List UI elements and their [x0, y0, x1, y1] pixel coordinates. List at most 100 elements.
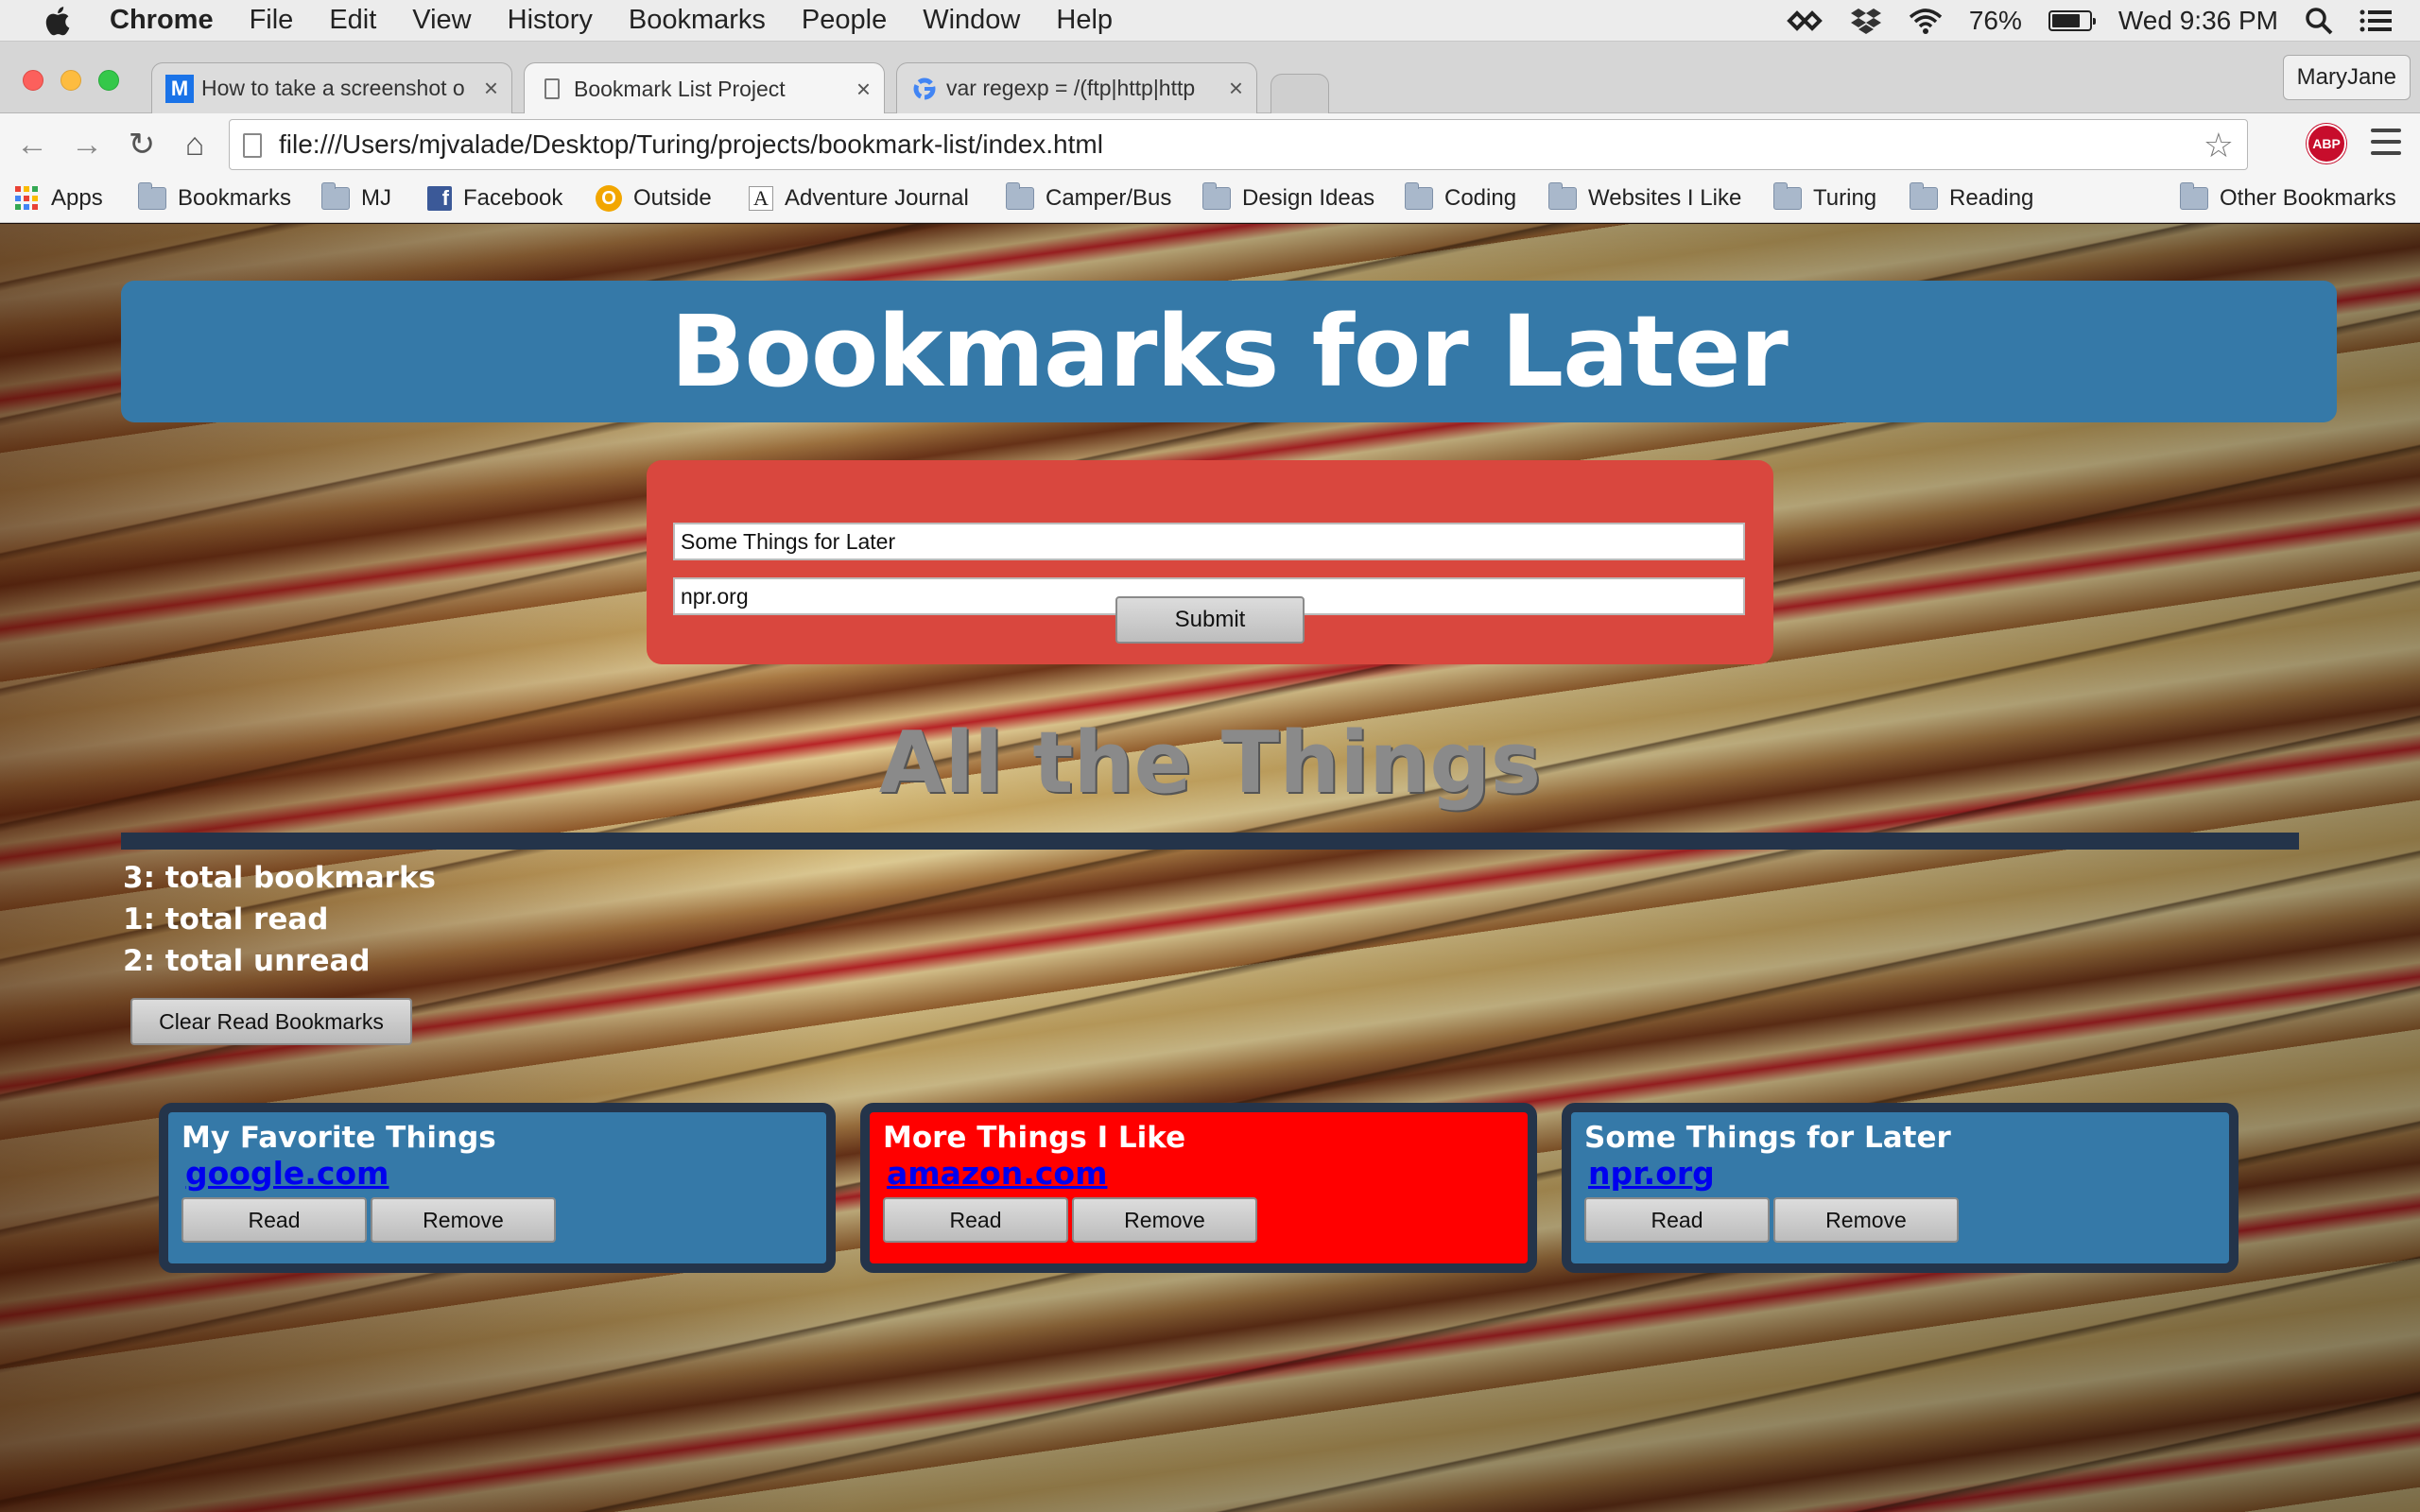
bookmark-label: Adventure Journal: [785, 185, 969, 211]
star-icon[interactable]: ☆: [2204, 126, 2234, 165]
page-header: Bookmarks for Later: [121, 281, 2337, 422]
link-chain-icon[interactable]: [1786, 9, 1824, 32]
folder-icon: [1405, 182, 1433, 210]
folder-icon: [1006, 182, 1034, 210]
read-button[interactable]: Read: [1584, 1197, 1770, 1243]
menu-app-chrome[interactable]: Chrome: [110, 5, 214, 36]
tab-title: Bookmark List Project: [574, 76, 786, 101]
wifi-icon[interactable]: [1909, 8, 1943, 34]
bookmark-link[interactable]: npr.org: [1588, 1156, 2229, 1192]
menu-people[interactable]: People: [802, 5, 887, 36]
forward-arrow-icon[interactable]: →: [66, 124, 108, 165]
menu-view[interactable]: View: [412, 5, 471, 36]
read-button[interactable]: Read: [883, 1197, 1068, 1243]
bookmark-label: Apps: [51, 185, 103, 211]
chrome-menu-icon[interactable]: [2371, 129, 2401, 155]
home-icon[interactable]: ⌂: [174, 124, 216, 165]
spotlight-search-icon[interactable]: [2305, 7, 2333, 35]
profile-button[interactable]: MaryJane: [2282, 55, 2411, 100]
total-read-count: 1: total read: [123, 902, 329, 936]
bookmark-apps[interactable]: Apps: [15, 185, 103, 212]
url-text[interactable]: file:///Users/mjvalade/Desktop/Turing/pr…: [279, 129, 1103, 160]
page-icon: [243, 133, 262, 158]
new-tab-button[interactable]: [1270, 74, 1329, 113]
bookmark-folder-turing[interactable]: Turing: [1773, 182, 1876, 212]
adventure-journal-icon: A: [749, 186, 773, 211]
bookmark-label: Other Bookmarks: [2220, 185, 2396, 211]
menu-edit[interactable]: Edit: [329, 5, 376, 36]
bookmark-card: My Favorite Things google.com Read Remov…: [159, 1103, 836, 1273]
submit-button[interactable]: Submit: [1115, 596, 1305, 644]
folder-icon: [1773, 182, 1802, 210]
bookmark-label: Outside: [633, 185, 712, 211]
bookmark-link[interactable]: amazon.com: [887, 1156, 1528, 1192]
tab-strip: M How to take a screenshot o × Bookmark …: [0, 42, 2420, 114]
folder-icon: [138, 182, 166, 210]
bookmark-folder-coding[interactable]: Coding: [1405, 182, 1517, 212]
bookmark-facebook[interactable]: f Facebook: [427, 185, 562, 212]
close-icon[interactable]: ×: [484, 74, 498, 103]
menu-file[interactable]: File: [250, 5, 294, 36]
tab-screenshot[interactable]: M How to take a screenshot o ×: [151, 62, 512, 113]
bookmark-link[interactable]: google.com: [185, 1156, 826, 1192]
tab-regexp[interactable]: var regexp = /(ftp|http|http ×: [896, 62, 1257, 113]
tab-title: var regexp = /(ftp|http|http: [946, 76, 1196, 100]
menu-bookmarks[interactable]: Bookmarks: [629, 5, 766, 36]
window-zoom-button[interactable]: [98, 70, 119, 91]
read-button[interactable]: Read: [182, 1197, 367, 1243]
tab-bookmark-list-project[interactable]: Bookmark List Project ×: [524, 62, 885, 114]
reload-icon[interactable]: ↻: [121, 124, 163, 165]
menu-help[interactable]: Help: [1056, 5, 1113, 36]
bookmark-folder-websites-i-like[interactable]: Websites I Like: [1548, 182, 1742, 212]
folder-icon: [1202, 182, 1231, 210]
battery-icon[interactable]: [2048, 10, 2096, 31]
remove-button[interactable]: Remove: [371, 1197, 556, 1243]
total-bookmarks-count: 3: total bookmarks: [123, 861, 437, 895]
bookmarks-bar: Apps Bookmarks MJ f Facebook O Outside A Ad…: [0, 176, 2420, 223]
bookmark-label: Bookmarks: [178, 185, 292, 211]
back-arrow-icon[interactable]: ←: [11, 124, 53, 165]
menu-window[interactable]: Window: [923, 5, 1020, 36]
apps-grid-icon: [15, 186, 40, 211]
window-minimize-button[interactable]: [60, 70, 81, 91]
remove-button[interactable]: Remove: [1773, 1197, 1959, 1243]
bookmark-folder-design-ideas[interactable]: Design Ideas: [1202, 182, 1375, 212]
bookmark-adventure-journal[interactable]: A Adventure Journal: [749, 185, 969, 212]
menu-history[interactable]: History: [508, 5, 593, 36]
bookmark-folder-camper-bus[interactable]: Camper/Bus: [1006, 182, 1171, 212]
apple-icon[interactable]: [38, 5, 76, 37]
bookmark-form: Submit: [647, 460, 1773, 664]
folder-icon: [1548, 182, 1577, 210]
title-input[interactable]: [673, 523, 1745, 560]
page-icon: [538, 75, 566, 103]
bookmark-folder-other[interactable]: Other Bookmarks: [2180, 182, 2396, 212]
close-icon[interactable]: ×: [856, 75, 871, 104]
medium-m-icon: M: [165, 74, 194, 103]
bookmark-counts: 3: total bookmarks 1: total read 2: tota…: [123, 857, 436, 982]
folder-icon: [321, 182, 350, 210]
window-close-button[interactable]: [23, 70, 43, 91]
bookmark-label: Reading: [1949, 185, 2034, 211]
close-icon[interactable]: ×: [1229, 74, 1243, 103]
bookmark-title: My Favorite Things: [182, 1121, 496, 1155]
total-unread-count: 2: total unread: [123, 944, 371, 978]
google-g-icon: [910, 75, 939, 103]
address-bar[interactable]: file:///Users/mjvalade/Desktop/Turing/pr…: [229, 119, 2248, 170]
adblock-plus-icon[interactable]: ABP: [2307, 124, 2346, 163]
bookmark-label: Facebook: [463, 185, 563, 211]
bookmark-label: Coding: [1444, 185, 1517, 211]
dropbox-icon[interactable]: [1850, 7, 1882, 35]
bookmark-folder-bookmarks[interactable]: Bookmarks: [138, 182, 292, 212]
remove-button[interactable]: Remove: [1072, 1197, 1257, 1243]
battery-fill: [2051, 14, 2080, 27]
bookmark-title: Some Things for Later: [1584, 1121, 1951, 1155]
bookmark-folder-mj[interactable]: MJ: [321, 182, 391, 212]
notification-center-icon[interactable]: [2360, 9, 2392, 33]
bookmark-outside[interactable]: O Outside: [596, 185, 712, 212]
bookmark-folder-reading[interactable]: Reading: [1910, 182, 2034, 212]
clear-read-bookmarks-button[interactable]: Clear Read Bookmarks: [130, 998, 412, 1045]
bookmark-label: Design Ideas: [1242, 185, 1375, 211]
browser-toolbar: ← → ↻ ⌂ file:///Users/mjvalade/Desktop/T…: [0, 113, 2420, 176]
bookmark-label: Websites I Like: [1588, 185, 1742, 211]
clock[interactable]: Wed 9:36 PM: [2118, 6, 2278, 36]
